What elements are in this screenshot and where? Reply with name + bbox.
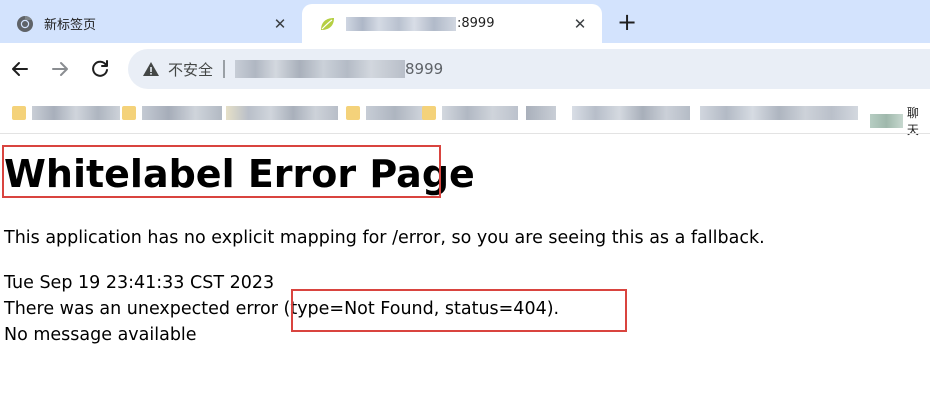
bookmarks-bar: 聊天 — [0, 95, 930, 137]
redacted-host — [346, 16, 456, 31]
back-icon[interactable] — [6, 55, 34, 83]
folder-icon — [422, 106, 436, 120]
redacted-bookmark-icon — [870, 114, 903, 128]
toolbar: 不安全 8999 — [0, 43, 930, 95]
bookmark-item[interactable] — [12, 104, 120, 122]
tab-title: 新标签页 — [44, 18, 97, 33]
folder-icon — [346, 106, 360, 120]
redacted-url — [235, 60, 406, 78]
security-label[interactable]: 不安全 — [168, 59, 213, 80]
redacted-bookmark — [442, 106, 518, 120]
redacted-bookmark — [526, 106, 556, 120]
highlight-box-status — [291, 289, 627, 332]
bookmark-item[interactable] — [346, 104, 424, 122]
bookmark-item[interactable] — [572, 104, 690, 122]
redacted-bookmark — [700, 106, 858, 120]
redacted-bookmark — [142, 106, 222, 120]
new-tab-button[interactable]: + — [612, 8, 642, 38]
reload-icon[interactable] — [86, 55, 114, 83]
spring-leaf-icon — [321, 17, 334, 30]
url-text[interactable]: 8999 — [405, 60, 443, 78]
redacted-bookmark — [32, 106, 120, 120]
bookmark-item[interactable] — [526, 104, 556, 122]
close-tab-icon[interactable]: ✕ — [270, 14, 290, 34]
tab-title: :8999 — [457, 16, 495, 31]
forward-icon[interactable] — [46, 55, 74, 83]
highlight-box-title — [2, 145, 441, 198]
redacted-bookmark — [572, 106, 690, 120]
error-timestamp: Tue Sep 19 23:41:33 CST 2023 — [4, 273, 275, 293]
bookmark-item[interactable] — [422, 104, 518, 122]
redacted-bookmark — [366, 106, 424, 120]
error-message: This application has no explicit mapping… — [4, 228, 765, 248]
folder-icon — [12, 106, 26, 120]
tab-new-tab[interactable]: 新标签页 ✕ — [0, 4, 302, 43]
bookmark-item[interactable] — [700, 104, 858, 122]
close-tab-icon[interactable]: ✕ — [570, 14, 590, 34]
chrome-icon — [17, 15, 33, 32]
bookmark-item[interactable] — [226, 104, 338, 122]
tab-strip: 新标签页 ✕ :8999 ✕ + — [0, 0, 930, 43]
warning-icon[interactable] — [142, 60, 160, 78]
toolbar-divider — [0, 133, 930, 134]
folder-icon — [122, 106, 136, 120]
error-detail: No message available — [4, 325, 197, 345]
omnibox-separator — [223, 60, 226, 78]
bookmark-item[interactable] — [122, 104, 222, 122]
address-bar[interactable]: 不安全 8999 — [128, 49, 930, 89]
redacted-bookmark — [226, 106, 338, 120]
tab-active[interactable]: :8999 ✕ — [302, 4, 602, 43]
